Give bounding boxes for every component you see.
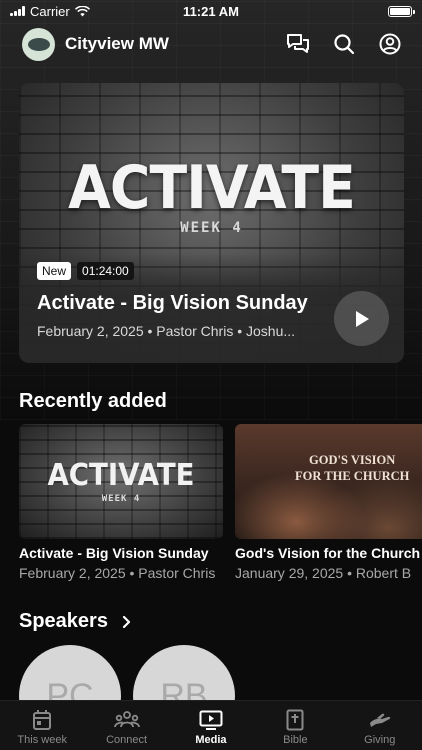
tab-connect[interactable]: Connect bbox=[85, 708, 169, 746]
thumbnail-art-line: GOD'S VISION bbox=[309, 453, 396, 467]
tab-label: Media bbox=[195, 734, 227, 746]
profile-icon[interactable] bbox=[378, 32, 402, 56]
church-logo bbox=[22, 27, 55, 61]
media-card[interactable]: GOD'S VISION FOR THE CHURCH God's Vision… bbox=[235, 424, 422, 581]
media-thumbnail: ACTIVATE WEEK 4 bbox=[19, 424, 223, 539]
chat-icon[interactable] bbox=[286, 32, 310, 56]
hero-meta: February 2, 2025 • Pastor Chris • Joshu.… bbox=[37, 323, 296, 339]
tab-media[interactable]: Media bbox=[169, 708, 253, 746]
media-card[interactable]: ACTIVATE WEEK 4 Activate - Big Vision Su… bbox=[19, 424, 223, 581]
media-card-meta: February 2, 2025 • Pastor Chris bbox=[19, 565, 216, 581]
status-time: 11:21 AM bbox=[183, 3, 239, 19]
tab-label: Bible bbox=[283, 734, 308, 746]
app-title: Cityview MW bbox=[65, 34, 169, 53]
new-badge: New bbox=[37, 262, 72, 280]
search-icon[interactable] bbox=[332, 32, 356, 56]
tab-label: Connect bbox=[106, 734, 148, 746]
featured-sermon-card[interactable]: ACTIVATE WEEK 4 New 01:24:00 Activate - … bbox=[19, 83, 404, 363]
tab-bible[interactable]: Bible bbox=[253, 708, 337, 746]
duration-badge: 01:24:00 bbox=[77, 262, 134, 280]
media-card-meta: January 29, 2025 • Robert B bbox=[235, 565, 412, 581]
status-bar: Carrier 11:21 AM bbox=[0, 0, 422, 22]
thumbnail-art-title: GOD'S VISION FOR THE CHURCH bbox=[295, 452, 409, 484]
app-header: Cityview MW bbox=[0, 26, 422, 62]
speakers-heading: Speakers bbox=[19, 610, 108, 632]
speakers-heading-link[interactable]: Speakers bbox=[19, 610, 131, 633]
hero-title: Activate - Big Vision Sunday bbox=[37, 292, 308, 314]
play-icon bbox=[355, 310, 369, 327]
thumbnail-art-title: ACTIVATE bbox=[47, 458, 195, 493]
media-card-title: God's Vision for the Church bbox=[235, 545, 421, 561]
calendar-icon bbox=[32, 708, 52, 732]
giving-hand-icon bbox=[368, 708, 392, 732]
bible-icon bbox=[286, 708, 304, 732]
carrier-label: Carrier bbox=[30, 3, 70, 19]
people-icon bbox=[113, 708, 140, 732]
tab-this-week[interactable]: This week bbox=[0, 708, 84, 746]
recently-added-carousel[interactable]: ACTIVATE WEEK 4 Activate - Big Vision Su… bbox=[19, 424, 422, 581]
thumbnail-art-line: FOR THE CHURCH bbox=[295, 469, 410, 483]
wifi-icon bbox=[74, 5, 90, 16]
hero-badges: New 01:24:00 bbox=[37, 262, 134, 280]
battery-icon bbox=[388, 5, 415, 17]
status-left: Carrier bbox=[10, 4, 90, 19]
thumbnail-art-week: WEEK 4 bbox=[101, 494, 141, 504]
tab-label: This week bbox=[17, 734, 67, 746]
play-button[interactable] bbox=[334, 291, 389, 346]
recently-added-heading: Recently added bbox=[19, 390, 167, 412]
hero-artwork-title: ACTIVATE bbox=[68, 153, 356, 223]
battery-level-fill bbox=[390, 7, 410, 15]
header-actions bbox=[286, 32, 402, 56]
tab-giving[interactable]: Giving bbox=[338, 708, 422, 746]
tab-bar: This week Connect Media Bible Giving bbox=[0, 700, 422, 750]
hero-artwork-week: WEEK 4 bbox=[180, 220, 243, 236]
chevron-right-icon bbox=[122, 615, 131, 628]
tab-label: Giving bbox=[364, 734, 396, 746]
tv-play-icon bbox=[199, 708, 223, 732]
media-card-title: Activate - Big Vision Sunday bbox=[19, 545, 209, 561]
signal-icon bbox=[10, 6, 25, 16]
media-thumbnail: GOD'S VISION FOR THE CHURCH bbox=[235, 424, 422, 539]
